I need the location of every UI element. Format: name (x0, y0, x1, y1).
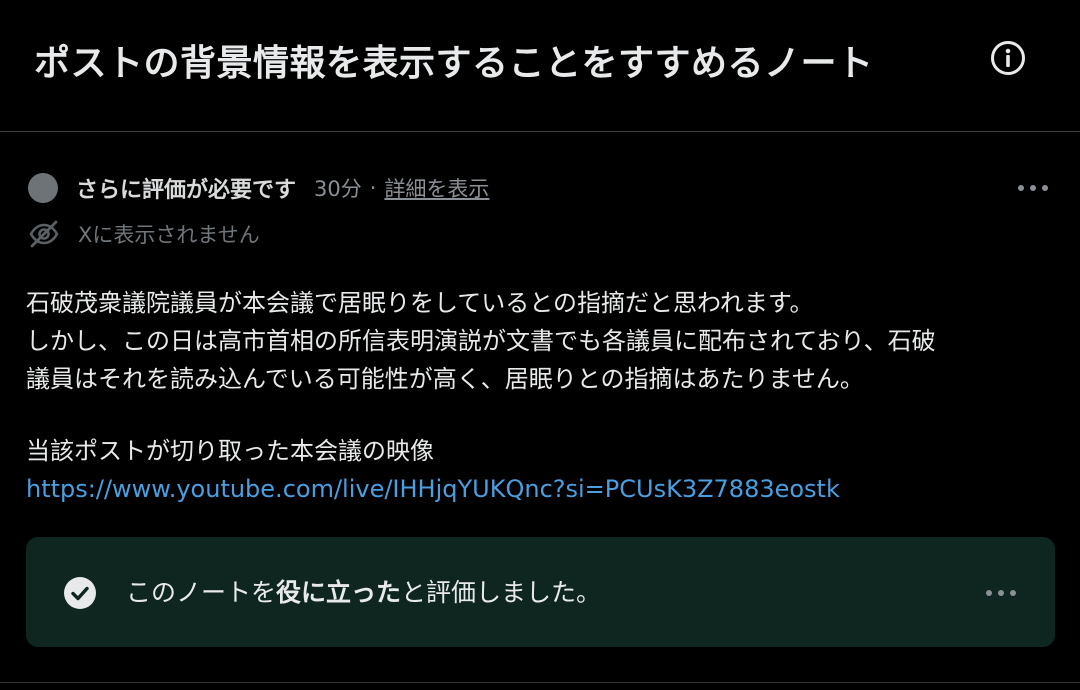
source-link[interactable]: https://www.youtube.com/live/IHHjqYUKQnc… (26, 475, 840, 503)
details-link[interactable]: 詳細を表示 (384, 173, 489, 203)
more-horizontal-icon (1018, 185, 1048, 191)
info-circle-icon (991, 41, 1025, 75)
header: ポストの背景情報を表示することをすすめるノート (0, 0, 1080, 132)
separator: · (369, 176, 377, 200)
more-horizontal-icon (986, 590, 1016, 596)
note-text-line: しかし、この日は高市首相の所信表明演説が文書でも各議員に配布されており、石破 (26, 327, 936, 355)
note-text-line: 議員はそれを読み込んでいる可能性が高く、居眠りとの指摘はあたりません。 (26, 365, 864, 393)
rating-text: このノートを役に立ったと評価しました。 (126, 573, 601, 609)
info-button[interactable] (990, 40, 1026, 76)
community-note-page: ポストの背景情報を表示することをすすめるノート さらに評価が必要です 30分 ·… (0, 0, 1080, 690)
visibility-text: Xに表示されません (78, 223, 260, 247)
check-circle-icon (64, 577, 96, 609)
rating-value: 役に立った (276, 578, 402, 607)
rating-text-before: このノートを (126, 578, 277, 607)
visibility-status: Xに表示されません (28, 218, 260, 250)
divider (0, 682, 1080, 683)
rating-more-button[interactable] (984, 583, 1018, 603)
rating-banner: このノートを役に立ったと評価しました。 (26, 537, 1055, 647)
avatar (28, 173, 58, 203)
note-time: 30分 (314, 177, 362, 201)
note-status: さらに評価が必要です (76, 178, 297, 203)
rating-text-after: と評価しました。 (401, 578, 602, 607)
source-label: 当該ポストが切り取った本会議の映像 (26, 437, 434, 465)
eye-off-icon (29, 220, 59, 248)
note-meta: さらに評価が必要です 30分 · 詳細を表示 (28, 172, 489, 204)
page-title: ポストの背景情報を表示することをすすめるノート (34, 43, 874, 84)
note-text-line: 石破茂衆議院議員が本会議で居眠りをしているとの指摘だと思われます。 (26, 289, 814, 317)
note-more-button[interactable] (1016, 178, 1050, 198)
note-body: 石破茂衆議院議員が本会議で居眠りをしているとの指摘だと思われます。 しかし、この… (26, 284, 1066, 508)
